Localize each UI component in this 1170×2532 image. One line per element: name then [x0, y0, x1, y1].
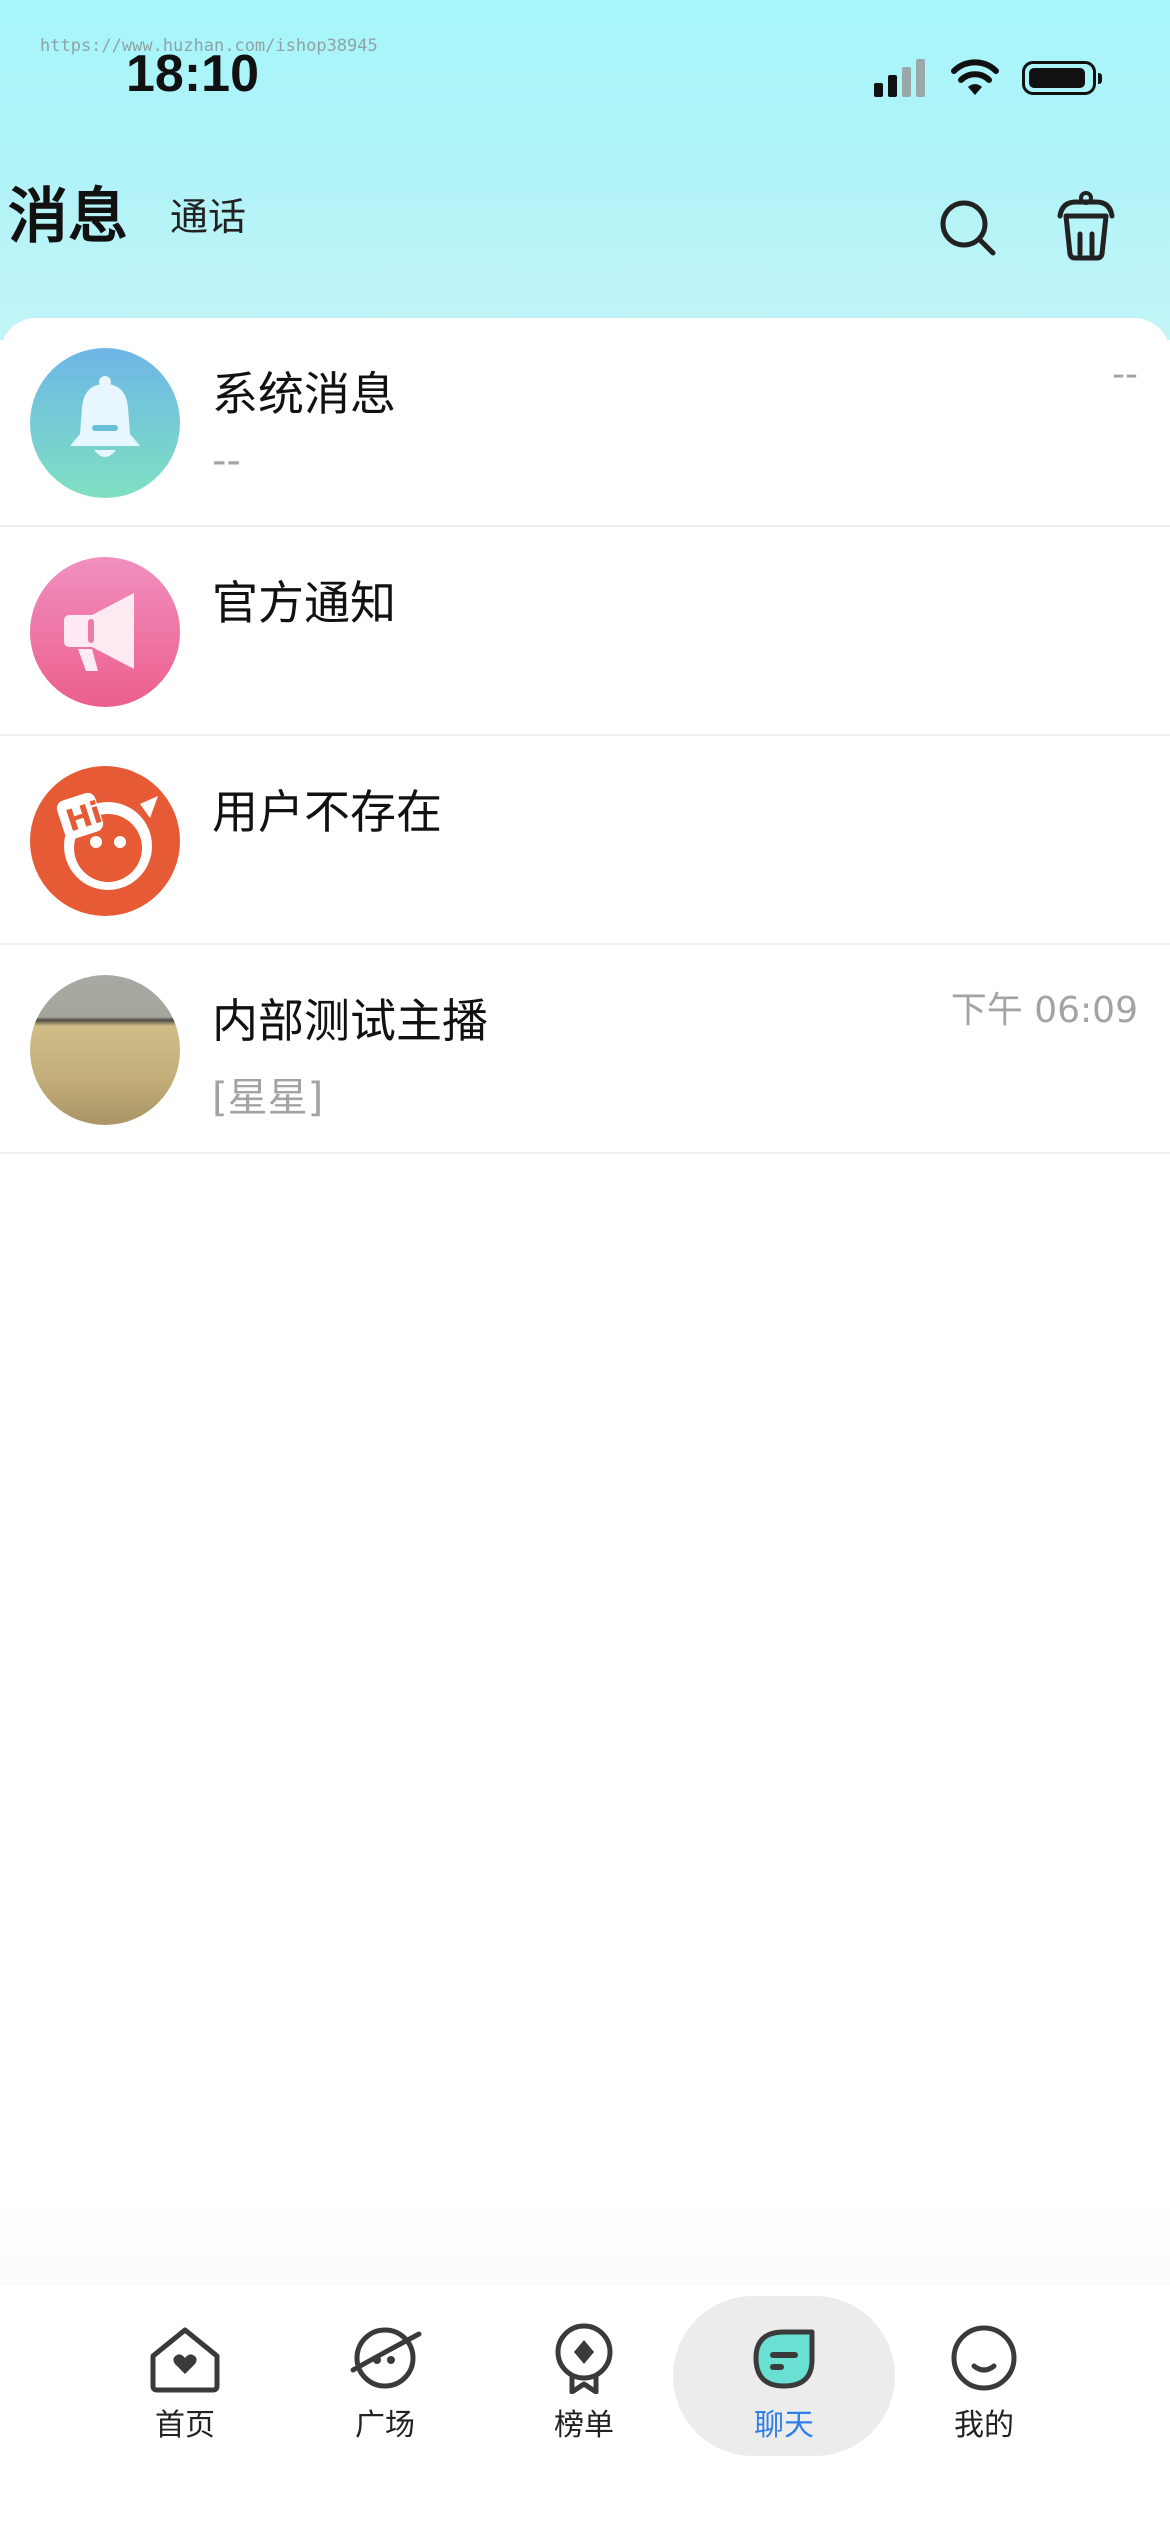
nav-label: 首页: [155, 2408, 215, 2443]
bottom-nav: 首页 广场 榜单 聊天 我的: [0, 2286, 1170, 2532]
hi-face-logo: Hi: [30, 766, 180, 916]
trash-bin-icon[interactable]: [1050, 190, 1122, 262]
conversation-row-test-host[interactable]: 内部测试主播 [星星] 下午 06:09: [0, 945, 1170, 1154]
conversation-name: 官方通知: [212, 576, 396, 630]
conversation-name: 用户不存在: [212, 785, 442, 839]
profile-face-icon: [951, 2325, 1017, 2391]
conversation-time: 下午 06:09: [950, 990, 1138, 1031]
conversation-row-missing-user[interactable]: Hi 用户不存在: [0, 736, 1170, 945]
chat-icon: [753, 2329, 815, 2389]
nav-label: 聊天: [754, 2408, 814, 2443]
nav-item-home[interactable]: 首页: [115, 2322, 255, 2444]
nav-label: 我的: [954, 2408, 1014, 2443]
photo-avatar: [30, 975, 180, 1125]
messages-screen: https://www.huzhan.com/ishop38945 18:10 …: [0, 0, 1170, 2532]
home-icon: [150, 2327, 220, 2393]
megaphone-icon: [30, 557, 180, 707]
nav-item-chat[interactable]: 聊天: [714, 2322, 854, 2444]
conversation-row-system[interactable]: 系统消息 -- --: [0, 318, 1170, 527]
status-time: 18:10: [126, 45, 259, 103]
battery-level: [1029, 68, 1085, 88]
battery-icon: [1022, 61, 1102, 95]
conversation-time: --: [1112, 354, 1138, 395]
bottom-fade: [0, 2200, 1170, 2290]
nav-item-square[interactable]: 广场: [315, 2322, 455, 2444]
planet-icon: [350, 2327, 422, 2389]
page-title: 消息: [8, 182, 128, 252]
conversation-list: 系统消息 -- -- 官方通知 Hi 用户不存在 内部测试主播 [星星] 下午 …: [0, 318, 1170, 1154]
nav-item-profile[interactable]: 我的: [914, 2322, 1054, 2444]
status-icons: [874, 56, 1102, 100]
conversation-preview: [星星]: [212, 1075, 324, 1121]
conversation-row-official[interactable]: 官方通知: [0, 527, 1170, 736]
conversation-name: 内部测试主播: [212, 994, 488, 1048]
conversation-name: 系统消息: [212, 367, 396, 421]
bell-icon: [30, 348, 180, 498]
nav-label: 广场: [355, 2408, 415, 2443]
rank-badge-icon: [555, 2323, 613, 2394]
wifi-icon: [951, 59, 999, 95]
search-icon[interactable]: [938, 198, 998, 258]
nav-label: 榜单: [554, 2408, 614, 2443]
conversation-preview: --: [212, 438, 241, 484]
tab-calls[interactable]: 通话: [170, 186, 246, 241]
nav-item-ranking[interactable]: 榜单: [514, 2322, 654, 2444]
cellular-signal-icon: [874, 59, 930, 97]
